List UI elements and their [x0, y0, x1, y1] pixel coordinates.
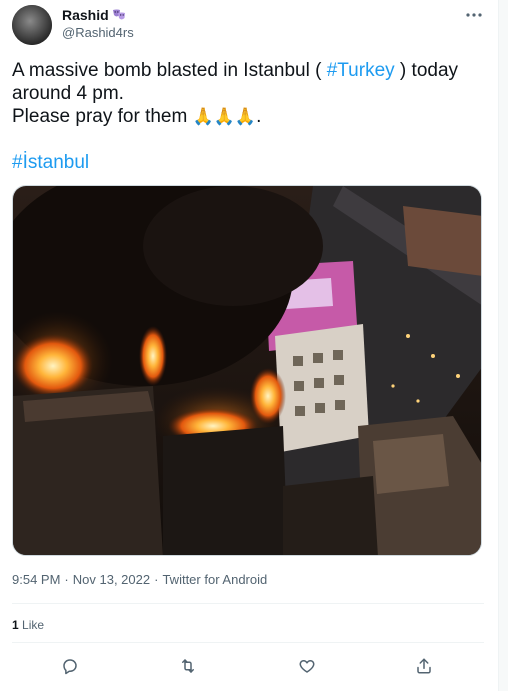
reply-icon: [63, 659, 77, 675]
tweet-line-3: Please pray for them 🙏🙏🙏.: [12, 106, 262, 127]
heart-icon: [299, 660, 315, 673]
tweet: Rashid @Rashid4rs A massive bomb blasted…: [0, 0, 498, 691]
avatar-image: [12, 5, 52, 45]
retweet-button[interactable]: [174, 652, 202, 680]
tweet-media-image[interactable]: [12, 185, 482, 556]
praying-hands-emoji: 🙏🙏🙏: [192, 107, 257, 126]
meta-separator: ·: [64, 572, 69, 587]
tweet-line-1: A massive bomb blasted in Istanbul ( #Tu…: [12, 60, 459, 81]
reply-button[interactable]: [56, 652, 84, 680]
likes-label: Like: [22, 618, 45, 632]
photo-fire-night-icon: [13, 186, 481, 555]
divider: [12, 603, 484, 604]
theater-masks-icon: [112, 8, 126, 22]
like-button[interactable]: [293, 652, 321, 680]
likes-stat[interactable]: 1 Like: [12, 618, 44, 632]
tweet-text: A massive bomb blasted in Istanbul ( #Tu…: [12, 59, 482, 128]
tweet-source[interactable]: Twitter for Android: [162, 572, 267, 587]
tweet-date[interactable]: Nov 13, 2022: [73, 572, 150, 587]
author-handle[interactable]: @Rashid4rs: [62, 25, 134, 40]
author-name-row[interactable]: Rashid: [62, 7, 126, 23]
retweet-icon: [182, 659, 194, 673]
tweet-time[interactable]: 9:54 PM: [12, 572, 60, 587]
tweet-actions-bar: [12, 652, 484, 680]
likes-count: 1: [12, 618, 19, 632]
avatar[interactable]: [12, 5, 52, 45]
meta-separator: ·: [154, 572, 159, 587]
more-options-button[interactable]: [462, 5, 486, 25]
hashtag-turkey-link[interactable]: #Turkey: [327, 60, 395, 81]
tweet-metadata: 9:54 PM · Nov 13, 2022 · Twitter for And…: [12, 572, 267, 587]
share-button[interactable]: [410, 652, 438, 680]
share-icon: [417, 658, 431, 674]
hashtag-istanbul-link[interactable]: #İstanbul: [12, 152, 89, 174]
author-display-name[interactable]: Rashid: [62, 7, 109, 23]
more-dots-icon: [466, 13, 482, 17]
tweet-line-2: around 4 pm.: [12, 83, 124, 104]
divider: [12, 642, 484, 643]
right-border: [498, 0, 508, 691]
